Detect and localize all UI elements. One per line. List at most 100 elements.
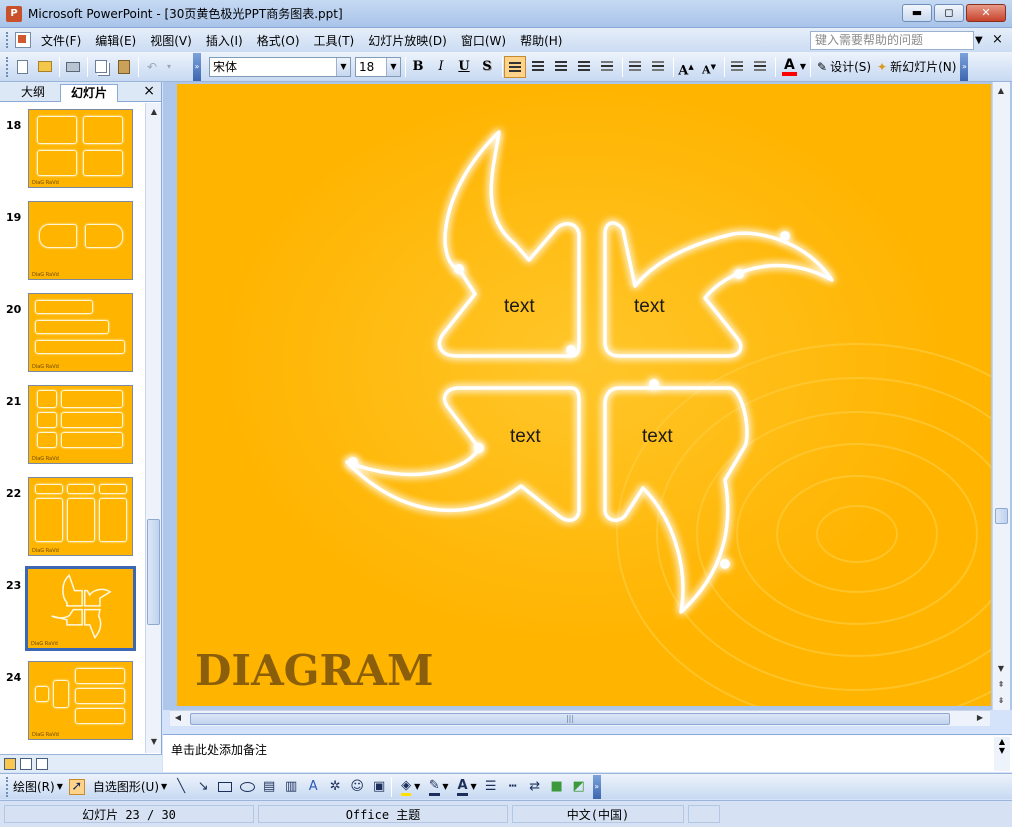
slide-thumbnail[interactable]: 20 DiaG RaVd (0, 293, 145, 373)
slide-thumbnail[interactable]: 21 DiaG RaVd (0, 385, 145, 465)
slideshow-view-icon[interactable] (36, 757, 48, 770)
underline-button[interactable]: U (453, 56, 475, 78)
bold-button[interactable]: B (407, 56, 429, 78)
line-tool-button[interactable]: ╲ (173, 779, 189, 795)
font-color-button[interactable]: A (782, 58, 797, 76)
slide-preview[interactable]: DiaG RaVd (28, 661, 133, 740)
increase-indent-button[interactable] (749, 56, 771, 78)
petal-text-top-right[interactable]: text (634, 296, 665, 318)
copy-button[interactable] (91, 57, 111, 77)
textbox-tool-button[interactable]: ▤ (261, 779, 277, 795)
scrollbar-thumb[interactable]: ||| (190, 713, 950, 725)
menubar-grip[interactable] (6, 32, 9, 48)
italic-button[interactable]: I (430, 56, 452, 78)
notes-scrollbar[interactable]: ▲ ▼ (994, 737, 1010, 771)
fill-color-dropdown-icon[interactable]: ▼ (414, 782, 420, 791)
undo-button[interactable]: ↶ (142, 57, 162, 77)
undo-dropdown[interactable]: ▾ (165, 57, 173, 77)
notes-placeholder[interactable]: 单击此处添加备注 (171, 741, 267, 758)
diagram-button[interactable]: ✲ (327, 779, 343, 795)
minimize-button[interactable]: ▬ (902, 4, 932, 22)
normal-view-icon[interactable] (4, 757, 16, 770)
menu-file[interactable]: 文件(F) (41, 32, 81, 49)
document-icon[interactable] (15, 32, 31, 48)
slide-horizontal-scrollbar[interactable]: ◀ ||| ▶ (170, 710, 990, 726)
restore-button[interactable]: ◻ (934, 4, 964, 22)
size-dropdown-arrow-icon[interactable]: ▼ (386, 57, 400, 76)
font-size-combo[interactable]: 18 ▼ (355, 56, 401, 77)
new-button[interactable] (12, 57, 32, 77)
numbering-button[interactable] (624, 56, 646, 78)
scroll-down-arrow-icon[interactable]: ▼ (148, 735, 160, 749)
petal-text-bottom-right[interactable]: text (642, 426, 673, 448)
line-color-dropdown-icon[interactable]: ▼ (442, 782, 448, 791)
menu-view[interactable]: 视图(V) (150, 32, 192, 49)
toolbar-overflow-button[interactable]: » (960, 52, 969, 81)
align-left-button[interactable] (504, 55, 526, 78)
font-name-combo[interactable]: 宋体 ▼ (209, 56, 351, 77)
slide-preview[interactable]: DiaG RaVd (25, 566, 136, 651)
font-color-dropdown-icon[interactable]: ▼ (470, 782, 476, 791)
decrease-indent-button[interactable] (726, 56, 748, 78)
rectangle-tool-button[interactable] (217, 779, 233, 795)
scrollbar-thumb[interactable] (147, 519, 160, 625)
arrow-style-button[interactable]: ⇄ (527, 779, 543, 795)
scroll-up-arrow-icon[interactable]: ▲ (995, 84, 1007, 98)
slide-thumbnail[interactable]: 18 DiaG RaVd (0, 109, 145, 189)
menu-tools[interactable]: 工具(T) (314, 32, 355, 49)
menu-window[interactable]: 窗口(W) (461, 32, 506, 49)
slide-preview[interactable]: DiaG RaVd (28, 109, 133, 188)
toolbar-overflow-button[interactable]: » (592, 774, 601, 799)
shadow-button[interactable]: S (476, 56, 498, 78)
powerpoint-app-icon[interactable]: P (6, 5, 22, 22)
slide-preview[interactable]: DiaG RaVd (28, 477, 133, 556)
distributed-button[interactable] (596, 56, 618, 78)
tab-outline[interactable]: 大纲 (8, 84, 58, 102)
paste-button[interactable] (114, 57, 134, 77)
bullets-button[interactable] (647, 56, 669, 78)
justify-button[interactable] (573, 56, 595, 78)
draw-menu-button[interactable]: 绘图(R) (13, 778, 55, 795)
autoshapes-menu-button[interactable]: 自选图形(U) (93, 778, 159, 795)
current-slide[interactable]: text text text text DIAGRAM (177, 84, 991, 706)
slide-preview[interactable]: DiaG RaVd (28, 201, 133, 280)
vertical-textbox-button[interactable]: ▥ (283, 779, 299, 795)
petal-text-bottom-left[interactable]: text (510, 426, 541, 448)
align-right-button[interactable] (550, 56, 572, 78)
autoshapes-dropdown-icon[interactable]: ▼ (161, 782, 167, 791)
next-slide-icon[interactable]: ⇟ (995, 694, 1007, 708)
grow-font-button[interactable]: A▲ (675, 56, 697, 78)
petal-text-top-left[interactable]: text (504, 296, 535, 318)
open-button[interactable] (35, 57, 55, 77)
fill-color-button[interactable]: ◈ (398, 778, 414, 796)
scrollbar-thumb[interactable] (995, 508, 1008, 524)
shadow-style-button[interactable]: ■ (549, 779, 565, 795)
slide-thumbnail[interactable]: 19 DiaG RaVd (0, 201, 145, 281)
slide-sorter-view-icon[interactable] (20, 757, 32, 770)
slide-thumbnail[interactable]: 24 DiaG RaVd (0, 661, 145, 741)
picture-button[interactable]: ▣ (371, 779, 387, 795)
tab-slides[interactable]: 幻灯片 (60, 84, 118, 102)
3d-style-button[interactable]: ◩ (571, 779, 587, 795)
line-style-button[interactable]: ☰ (483, 779, 499, 795)
notes-pane[interactable]: 单击此处添加备注 ▲ ▼ (163, 734, 1012, 772)
slide-thumbnail[interactable]: 22 DiaG RaVd (0, 477, 145, 557)
scroll-left-arrow-icon[interactable]: ◀ (172, 711, 184, 725)
close-window-button[interactable]: ✕ (966, 4, 1006, 22)
font-dropdown-arrow-icon[interactable]: ▼ (336, 57, 350, 76)
align-center-button[interactable] (527, 56, 549, 78)
new-slide-button[interactable]: ✦ 新幻灯片(N) (877, 58, 956, 75)
wordart-button[interactable]: A (305, 779, 321, 795)
slides-pane-scrollbar[interactable]: ▲ ▼ (145, 103, 161, 753)
scroll-up-arrow-icon[interactable]: ▲ (148, 105, 160, 119)
help-search-input[interactable]: 键入需要帮助的问题 (810, 31, 974, 50)
menu-slideshow[interactable]: 幻灯片放映(D) (368, 32, 447, 49)
font-color-button[interactable]: A (454, 778, 470, 796)
help-dropdown-icon[interactable]: ▼ (975, 31, 987, 50)
menu-edit[interactable]: 编辑(E) (95, 32, 136, 49)
slide-preview[interactable]: DiaG RaVd (28, 293, 133, 372)
dash-style-button[interactable]: ┅ (505, 779, 521, 795)
slide-thumbnail-selected[interactable]: 23 DiaG RaVd (0, 566, 145, 651)
arrow-tool-button[interactable]: ↘ (195, 779, 211, 795)
scroll-right-arrow-icon[interactable]: ▶ (974, 711, 986, 725)
